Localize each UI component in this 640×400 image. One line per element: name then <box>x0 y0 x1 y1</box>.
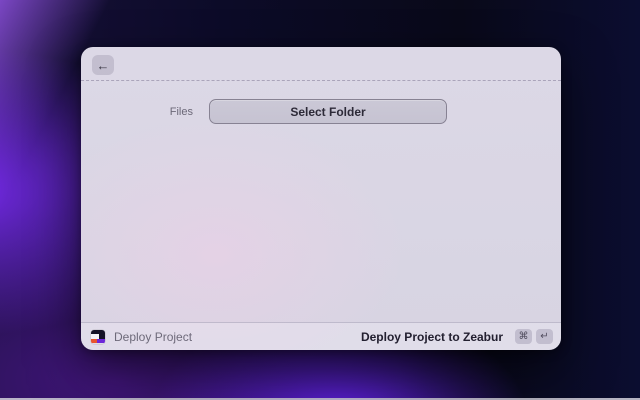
footer-right: Deploy Project to Zeabur ⌘ ↵ <box>361 329 553 344</box>
footer-bar: Deploy Project Deploy Project to Zeabur … <box>81 322 561 350</box>
footer-left: Deploy Project <box>91 330 192 344</box>
primary-action-label[interactable]: Deploy Project to Zeabur <box>361 330 503 344</box>
enter-key-icon: ↵ <box>536 329 553 344</box>
deploy-project-window: ← Files Select Folder Deploy Project Dep… <box>81 47 561 350</box>
cmd-key-icon: ⌘ <box>515 329 532 344</box>
select-folder-label: Select Folder <box>290 105 365 119</box>
command-name: Deploy Project <box>114 330 192 344</box>
back-button[interactable]: ← <box>92 55 114 75</box>
back-arrow-icon: ← <box>97 59 110 72</box>
select-folder-button[interactable]: Select Folder <box>209 99 447 124</box>
window-header: ← <box>81 47 561 81</box>
zeabur-logo-icon <box>91 330 105 344</box>
desktop-wallpaper: ← Files Select Folder Deploy Project Dep… <box>0 0 640 400</box>
zeabur-logo-bottom-stripe <box>91 339 105 344</box>
files-form-row: Files Select Folder <box>81 81 561 124</box>
files-label: Files <box>81 106 193 118</box>
